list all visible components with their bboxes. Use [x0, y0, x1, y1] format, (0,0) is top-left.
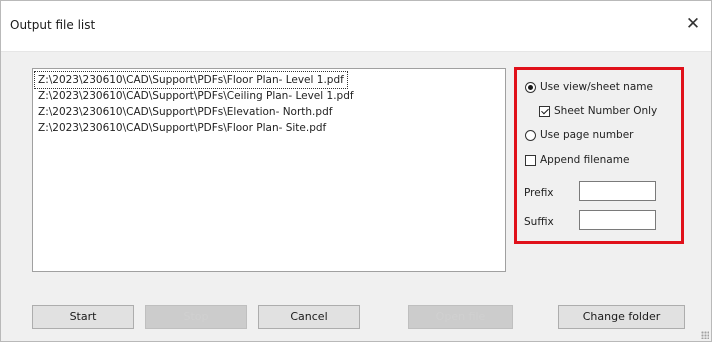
sheet-number-only-checkbox[interactable]: Sheet Number Only — [539, 105, 657, 117]
naming-options-panel: Use view/sheet name Sheet Number Only Us… — [514, 67, 684, 244]
checkbox-icon[interactable] — [525, 154, 536, 166]
change-folder-button[interactable]: Change folder — [558, 305, 685, 329]
use-view-sheet-name-label: Use view/sheet name — [540, 81, 653, 93]
open-file-button[interactable]: Open file — [408, 305, 513, 329]
suffix-label: Suffix — [524, 216, 554, 228]
cancel-button[interactable]: Cancel — [258, 305, 360, 329]
checkbox-icon[interactable] — [539, 105, 550, 117]
append-filename-label: Append filename — [540, 154, 630, 166]
radio-icon[interactable] — [525, 129, 536, 141]
list-item[interactable]: Z:\2023\230610\CAD\Support\PDFs\Floor Pl… — [35, 120, 329, 136]
prefix-input[interactable] — [579, 181, 656, 201]
list-item[interactable]: Z:\2023\230610\CAD\Support\PDFs\Ceiling … — [35, 88, 357, 104]
output-file-list-dialog: Output file list ✕ Z:\2023\230610\CAD\Su… — [0, 0, 712, 342]
close-icon: ✕ — [685, 14, 701, 34]
suffix-input[interactable] — [579, 210, 656, 230]
start-button[interactable]: Start — [32, 305, 134, 329]
append-filename-checkbox[interactable]: Append filename — [525, 154, 629, 166]
list-item[interactable]: Z:\2023\230610\CAD\Support\PDFs\Floor Pl… — [34, 71, 348, 89]
list-item[interactable]: Z:\2023\230610\CAD\Support\PDFs\Elevatio… — [35, 104, 335, 120]
use-page-number-label: Use page number — [540, 129, 634, 141]
radio-icon[interactable] — [525, 81, 536, 93]
prefix-label: Prefix — [524, 187, 554, 199]
stop-button[interactable]: Stop — [145, 305, 247, 329]
dialog-title: Output file list — [10, 18, 96, 32]
file-list[interactable]: Z:\2023\230610\CAD\Support\PDFs\Floor Pl… — [32, 68, 506, 272]
title-bar: Output file list ✕ — [1, 1, 711, 52]
sheet-number-only-label: Sheet Number Only — [554, 105, 658, 117]
close-button[interactable]: ✕ — [681, 12, 705, 36]
use-view-sheet-name-radio[interactable]: Use view/sheet name — [525, 81, 653, 93]
resize-grip-icon[interactable] — [701, 331, 709, 339]
use-page-number-radio[interactable]: Use page number — [525, 129, 634, 141]
